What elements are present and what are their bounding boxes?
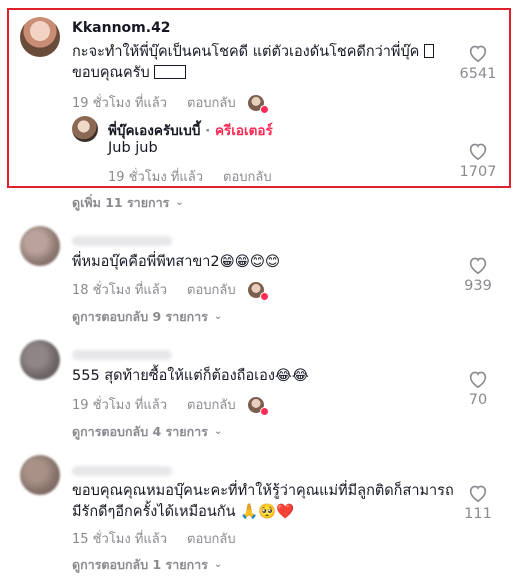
- chevron-down-icon: ⌄: [213, 425, 223, 437]
- chevron-down-icon: ⌄: [213, 558, 223, 570]
- like-button[interactable]: 111: [448, 484, 508, 522]
- comment-meta: 18 ชั่วโมง ที่แล้ว ตอบกลับ: [72, 279, 269, 301]
- comment-time: 19 ชั่วโมง ที่แล้ว: [72, 96, 168, 111]
- creator-liked-icon: [247, 94, 269, 114]
- reply-button[interactable]: ตอบกลับ: [223, 166, 272, 187]
- comment-username-blurred[interactable]: [72, 236, 172, 246]
- avatar[interactable]: [72, 116, 98, 142]
- chevron-down-icon: ⌄: [213, 310, 223, 322]
- avatar[interactable]: [20, 340, 60, 380]
- comment-text: กะจะทำให้พี่บุ๊คเป็นคนโชคดี แต่ตัวเองดัน…: [72, 42, 434, 84]
- comment-time: 19 ชั่วโมง ที่แล้ว: [72, 398, 168, 413]
- like-button[interactable]: 1707: [448, 142, 508, 180]
- comment-text: ขอบคุณคุณหมอบุ๊คนะคะที่ทำให้รู้ว่าคุณแม่…: [72, 483, 454, 520]
- reply-button[interactable]: ตอบกลับ: [187, 528, 236, 549]
- missing-glyph-icon: [154, 65, 187, 79]
- heart-outline-icon: [469, 371, 487, 388]
- like-count: 6541: [459, 66, 497, 82]
- like-count: 939: [464, 278, 492, 294]
- like-button[interactable]: 6541: [448, 44, 508, 82]
- comment-time: 15 ชั่วโมง ที่แล้ว: [72, 532, 168, 547]
- comment-username-blurred[interactable]: [72, 466, 172, 476]
- creator-liked-icon: [247, 281, 269, 301]
- heart-outline-icon: [469, 257, 487, 274]
- like-button[interactable]: 70: [448, 370, 508, 408]
- reply-time: 19 ชั่วโมง ที่แล้ว: [108, 170, 204, 185]
- comment-meta: 15 ชั่วโมง ที่แล้ว ตอบกลับ: [72, 528, 248, 549]
- like-count: 1707: [459, 164, 497, 180]
- comment-text: 555 สุดท้ายซื้อให้แต่ก็ต้องถือเอง😂😂: [72, 368, 309, 384]
- heart-outline-icon: [469, 45, 487, 62]
- reply-text: Jub jub: [108, 140, 158, 156]
- view-replies[interactable]: ดูการตอบกลับ 9 รายการ ⌄: [72, 307, 222, 327]
- like-button[interactable]: 939: [448, 256, 508, 294]
- comment-meta: 19 ชั่วโมง ที่แล้ว ตอบกลับ: [72, 394, 269, 416]
- avatar[interactable]: [20, 455, 60, 495]
- heart-outline-icon: [469, 143, 487, 160]
- like-count: 111: [464, 506, 492, 522]
- comment-username-blurred[interactable]: [72, 350, 172, 360]
- reply-meta: 19 ชั่วโมง ที่แล้ว ตอบกลับ: [108, 166, 284, 187]
- like-count: 70: [468, 392, 488, 408]
- heart-outline-icon: [469, 485, 487, 502]
- creator-liked-icon: [247, 396, 269, 416]
- creator-badge: ครีเอเตอร์: [214, 123, 273, 139]
- avatar[interactable]: [20, 226, 60, 266]
- comment-meta: 19 ชั่วโมง ที่แล้ว ตอบกลับ: [72, 92, 269, 114]
- reply-button[interactable]: ตอบกลับ: [187, 394, 236, 415]
- avatar[interactable]: [20, 17, 60, 57]
- view-replies[interactable]: ดูการตอบกลับ 1 รายการ ⌄: [72, 555, 222, 575]
- view-replies[interactable]: ดูการตอบกลับ 4 รายการ ⌄: [72, 422, 222, 442]
- comment-username[interactable]: Kkannom.42: [72, 20, 171, 36]
- comment-text: พี่หมอบุ๊คคือพี่พีทสาขา2😁😁😊😊: [72, 254, 281, 270]
- missing-glyph-icon: [423, 44, 434, 58]
- chevron-down-icon: ⌄: [175, 196, 184, 208]
- comment-time: 18 ชั่วโมง ที่แล้ว: [72, 283, 168, 298]
- reply-button[interactable]: ตอบกลับ: [187, 92, 236, 113]
- reply-button[interactable]: ตอบกลับ: [187, 279, 236, 300]
- view-more-replies[interactable]: ดูเพิ่ม 11 รายการ ⌄: [72, 193, 184, 213]
